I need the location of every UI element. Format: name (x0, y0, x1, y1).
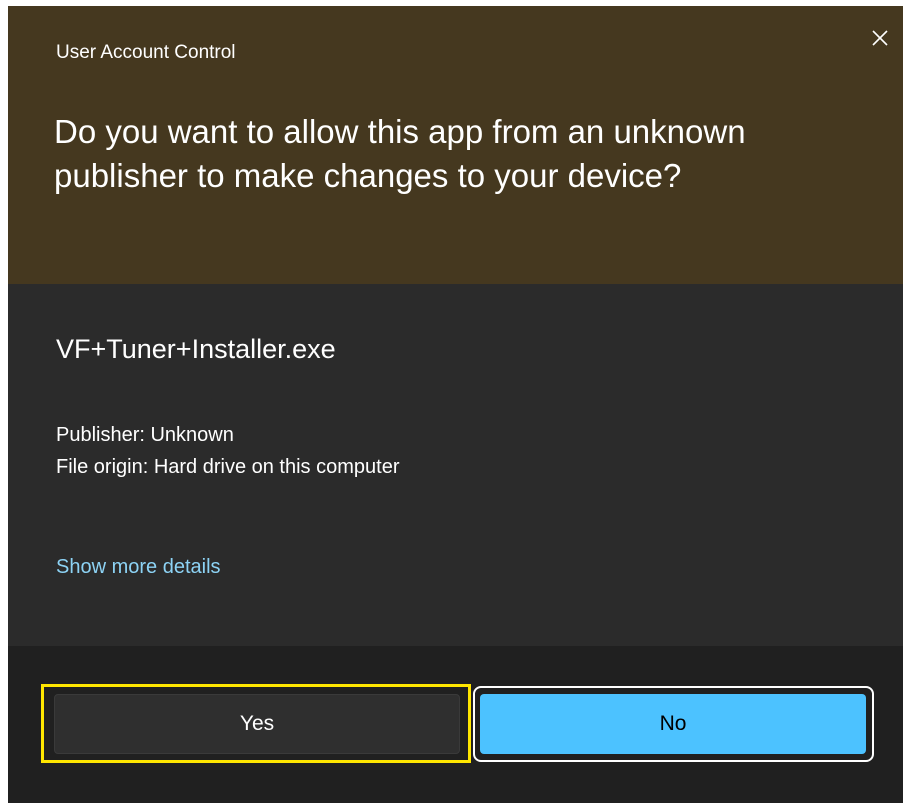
yes-button[interactable]: Yes (54, 694, 460, 754)
prompt-question: Do you want to allow this app from an un… (54, 113, 746, 194)
close-button[interactable] (864, 22, 896, 54)
window-title: User Account Control (56, 42, 236, 63)
publisher-text: Publisher: Unknown (56, 424, 234, 446)
uac-dialog: User Account Control Do you want to allo… (8, 6, 903, 803)
show-more-details-link[interactable]: Show more details (56, 556, 221, 579)
dialog-body: VF+Tuner+Installer.exe Publisher: Unknow… (8, 284, 903, 646)
close-icon (872, 30, 888, 46)
no-button[interactable]: No (480, 694, 866, 754)
dialog-header: User Account Control Do you want to allo… (8, 6, 903, 284)
file-origin-text: File origin: Hard drive on this computer (56, 456, 400, 478)
dialog-footer: Yes No (8, 646, 903, 803)
program-name: VF+Tuner+Installer.exe (56, 334, 336, 364)
